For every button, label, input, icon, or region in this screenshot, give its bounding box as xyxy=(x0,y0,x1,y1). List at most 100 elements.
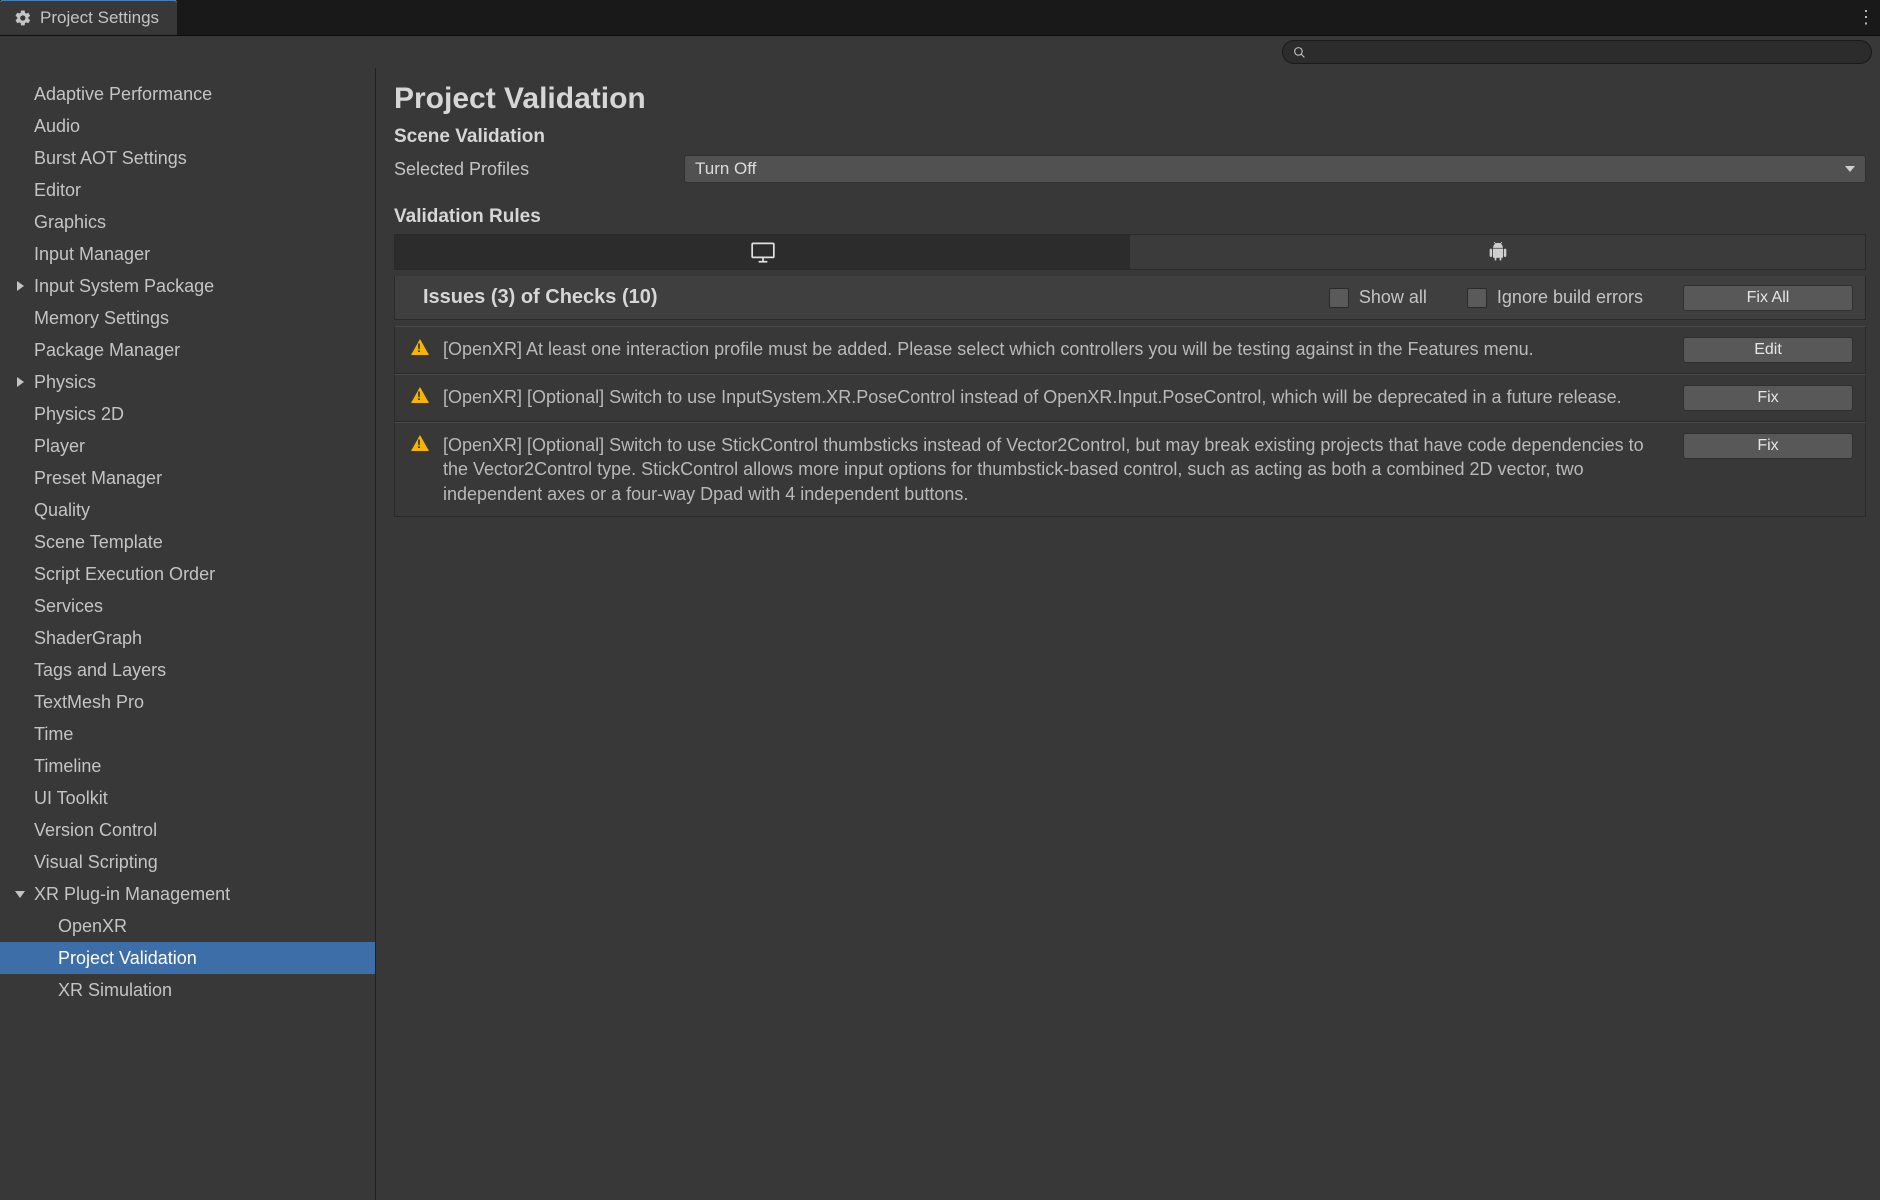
show-all-label: Show all xyxy=(1359,287,1427,308)
monitor-icon xyxy=(750,241,776,263)
foldout-open-icon xyxy=(14,888,26,900)
sidebar-item-label: Project Validation xyxy=(58,948,197,969)
sidebar-item[interactable]: XR Plug-in Management xyxy=(0,878,375,910)
sidebar-item-label: TextMesh Pro xyxy=(34,692,144,713)
ignore-build-errors-checkbox[interactable]: Ignore build errors xyxy=(1467,287,1643,308)
selected-profiles-dropdown[interactable]: Turn Off xyxy=(684,155,1866,183)
warning-icon xyxy=(411,339,431,355)
tab-title: Project Settings xyxy=(40,8,159,28)
project-settings-window: Project Settings ⋮ Adaptive PerformanceA… xyxy=(0,0,1880,1200)
sidebar-item-label: Input System Package xyxy=(34,276,214,297)
sidebar-item[interactable]: Scene Template xyxy=(0,526,375,558)
settings-sidebar: Adaptive Performance Audio Burst AOT Setti… xyxy=(0,68,376,1200)
android-icon xyxy=(1487,242,1509,262)
foldout-closed-icon xyxy=(14,376,26,388)
fix-all-button[interactable]: Fix All xyxy=(1683,285,1853,311)
sidebar-item-label: Burst AOT Settings xyxy=(34,148,187,169)
sidebar-item-label: Quality xyxy=(34,500,90,521)
issue-row: [OpenXR] [Optional] Switch to use StickC… xyxy=(394,422,1866,517)
platform-tabs xyxy=(394,234,1866,270)
edit-button[interactable]: Edit xyxy=(1683,337,1853,363)
sidebar-item-label: Time xyxy=(34,724,73,745)
sidebar-item[interactable]: Time xyxy=(0,718,375,750)
checkbox-box xyxy=(1329,288,1349,308)
fix-all-label: Fix All xyxy=(1747,289,1790,307)
sidebar-item-label: Memory Settings xyxy=(34,308,169,329)
sidebar-item[interactable]: Visual Scripting xyxy=(0,846,375,878)
sidebar-item[interactable]: Version Control xyxy=(0,814,375,846)
issue-row: [OpenXR] At least one interaction profil… xyxy=(394,326,1866,374)
sidebar-item[interactable]: Input Manager xyxy=(0,238,375,270)
sidebar-item[interactable]: Project Validation xyxy=(0,942,375,974)
fix-button[interactable]: Fix xyxy=(1683,385,1853,411)
sidebar-item-label: Adaptive Performance xyxy=(34,84,212,105)
sidebar-item-label: Physics xyxy=(34,372,96,393)
platform-tab-android[interactable] xyxy=(1130,235,1865,269)
sidebar-item-label: Scene Template xyxy=(34,532,163,553)
sidebar-item[interactable]: XR Simulation xyxy=(0,974,375,1006)
sidebar-item[interactable]: Physics 2D xyxy=(0,398,375,430)
sidebar-item[interactable]: Tags and Layers xyxy=(0,654,375,686)
button-label: Fix xyxy=(1757,389,1778,407)
validation-rules-heading: Validation Rules xyxy=(394,206,1866,228)
sidebar-item-label: Input Manager xyxy=(34,244,150,265)
selected-profiles-label: Selected Profiles xyxy=(394,159,684,180)
tab-project-settings[interactable]: Project Settings xyxy=(0,0,177,35)
foldout-closed-icon xyxy=(14,280,26,292)
sidebar-item[interactable]: Preset Manager xyxy=(0,462,375,494)
issue-text: [OpenXR] At least one interaction profil… xyxy=(443,337,1661,361)
fix-button[interactable]: Fix xyxy=(1683,433,1853,459)
sidebar-item[interactable]: Script Execution Order xyxy=(0,558,375,590)
sidebar-item[interactable]: Package Manager xyxy=(0,334,375,366)
sidebar-item[interactable]: Services xyxy=(0,590,375,622)
body: Adaptive Performance Audio Burst AOT Setti… xyxy=(0,68,1880,1200)
sidebar-item[interactable]: UI Toolkit xyxy=(0,782,375,814)
window-menu-button[interactable]: ⋮ xyxy=(1852,0,1880,35)
sidebar-item[interactable]: Audio xyxy=(0,110,375,142)
sidebar-item[interactable]: OpenXR xyxy=(0,910,375,942)
warning-icon xyxy=(411,435,431,451)
window-tabbar: Project Settings ⋮ xyxy=(0,0,1880,36)
sidebar-item[interactable]: Adaptive Performance xyxy=(0,78,375,110)
sidebar-item[interactable]: Physics xyxy=(0,366,375,398)
platform-tab-desktop[interactable] xyxy=(395,235,1130,269)
sidebar-item-label: Audio xyxy=(34,116,80,137)
sidebar-item[interactable]: Input System Package xyxy=(0,270,375,302)
warning-icon xyxy=(411,387,431,403)
issue-row: [OpenXR] [Optional] Switch to use InputS… xyxy=(394,374,1866,422)
issue-text: [OpenXR] [Optional] Switch to use InputS… xyxy=(443,385,1661,409)
issue-actions: Fix xyxy=(1673,433,1853,459)
sidebar-item-label: XR Plug-in Management xyxy=(34,884,230,905)
content-panel: Project Validation Scene Validation Sele… xyxy=(376,68,1880,1200)
sidebar-item-label: Player xyxy=(34,436,85,457)
sidebar-item[interactable]: Quality xyxy=(0,494,375,526)
sidebar-item[interactable]: Burst AOT Settings xyxy=(0,142,375,174)
selected-profiles-row: Selected Profiles Turn Off xyxy=(394,154,1866,184)
checkbox-box xyxy=(1467,288,1487,308)
search-input[interactable] xyxy=(1282,40,1872,64)
sidebar-item[interactable]: Memory Settings xyxy=(0,302,375,334)
sidebar-item[interactable]: Timeline xyxy=(0,750,375,782)
show-all-checkbox[interactable]: Show all xyxy=(1329,287,1427,308)
sidebar-item[interactable]: ShaderGraph xyxy=(0,622,375,654)
selected-profiles-value: Turn Off xyxy=(695,159,756,179)
sidebar-item-label: Editor xyxy=(34,180,81,201)
sidebar-item-label: Visual Scripting xyxy=(34,852,158,873)
sidebar-item-label: Tags and Layers xyxy=(34,660,166,681)
sidebar-item-label: OpenXR xyxy=(58,916,127,937)
sidebar-item-label: Script Execution Order xyxy=(34,564,215,585)
sidebar-item-label: Graphics xyxy=(34,212,106,233)
page-title: Project Validation xyxy=(394,82,1866,116)
sidebar-item[interactable]: TextMesh Pro xyxy=(0,686,375,718)
button-label: Fix xyxy=(1757,437,1778,455)
issues-header: Issues (3) of Checks (10) Show all Ignor… xyxy=(394,276,1866,320)
issue-text: [OpenXR] [Optional] Switch to use StickC… xyxy=(443,433,1661,506)
ignore-label: Ignore build errors xyxy=(1497,287,1643,308)
sidebar-item[interactable]: Editor xyxy=(0,174,375,206)
issue-actions: Fix xyxy=(1673,385,1853,411)
issues-title: Issues (3) of Checks (10) xyxy=(423,286,1329,309)
sidebar-item[interactable]: Graphics xyxy=(0,206,375,238)
sidebar-item-label: Package Manager xyxy=(34,340,180,361)
gear-icon xyxy=(14,9,32,27)
sidebar-item[interactable]: Player xyxy=(0,430,375,462)
